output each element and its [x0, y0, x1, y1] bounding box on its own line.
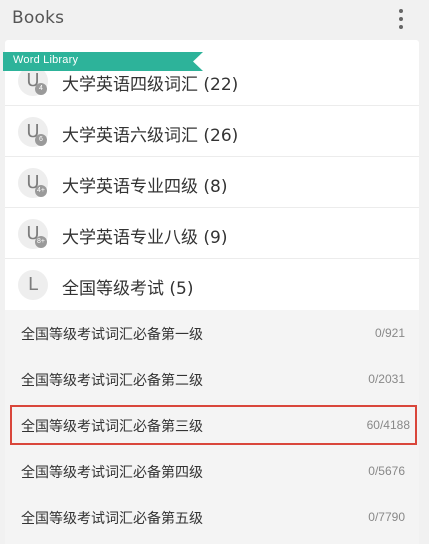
book-list: 全国等级考试词汇必备第一级 0/921 全国等级考试词汇必备第二级 0/2031… — [5, 310, 419, 544]
book-progress: 0/921 — [374, 326, 405, 340]
book-title: 全国等级考试词汇必备第四级 — [21, 465, 203, 481]
dot — [399, 9, 403, 13]
dot — [399, 17, 403, 21]
level-badge: 4 — [35, 83, 47, 95]
books-screen: Books Word Library U 4 大学英语四级词汇 (22) U 6… — [0, 0, 429, 544]
word-library-ribbon: Word Library — [3, 52, 203, 71]
library-avatar: U 8+ — [18, 219, 48, 249]
library-label: 大学英语专业八级 (9) — [62, 228, 228, 248]
book-item-level-3[interactable]: 全国等级考试词汇必备第三级 60/4188 — [10, 405, 417, 445]
book-item-level-1[interactable]: 全国等级考试词汇必备第一级 0/921 — [5, 310, 419, 356]
library-item-tem4[interactable]: U 4+ 大学英语专业四级 (8) — [5, 158, 419, 208]
library-item-national-exam[interactable]: L 全国等级考试 (5) — [5, 260, 419, 310]
book-progress: 0/7790 — [368, 510, 405, 524]
more-vert-icon[interactable] — [389, 9, 413, 29]
book-progress: 0/5676 — [368, 464, 405, 478]
level-badge: 8+ — [35, 236, 47, 248]
book-title: 全国等级考试词汇必备第三级 — [21, 419, 203, 435]
library-label: 大学英语四级词汇 (22) — [62, 75, 239, 95]
book-progress: 60/4188 — [366, 418, 410, 432]
library-item-tem8[interactable]: U 8+ 大学英语专业八级 (9) — [5, 209, 419, 259]
book-item-level-4[interactable]: 全国等级考试词汇必备第四级 0/5676 — [5, 448, 419, 494]
book-item-level-5[interactable]: 全国等级考试词汇必备第五级 0/7790 — [5, 494, 419, 540]
library-avatar: U 4+ — [18, 168, 48, 198]
level-badge: 4+ — [35, 185, 47, 197]
page-title: Books — [12, 8, 65, 28]
library-item-cet6[interactable]: U 6 大学英语六级词汇 (26) — [5, 107, 419, 157]
ribbon-label: Word Library — [13, 54, 79, 66]
book-title: 全国等级考试词汇必备第五级 — [21, 511, 203, 527]
book-title: 全国等级考试词汇必备第二级 — [21, 373, 203, 389]
avatar-letter: L — [27, 274, 39, 295]
library-label: 大学英语专业四级 (8) — [62, 177, 228, 197]
app-header: Books — [0, 0, 429, 38]
book-progress: 0/2031 — [368, 372, 405, 386]
level-badge: 6 — [35, 134, 47, 146]
book-title: 全国等级考试词汇必备第一级 — [21, 327, 203, 343]
library-label: 全国等级考试 (5) — [62, 279, 194, 299]
dot — [399, 25, 403, 29]
library-label: 大学英语六级词汇 (26) — [62, 126, 239, 146]
library-avatar: L — [18, 270, 48, 300]
book-item-level-2[interactable]: 全国等级考试词汇必备第二级 0/2031 — [5, 356, 419, 402]
library-avatar: U 6 — [18, 117, 48, 147]
